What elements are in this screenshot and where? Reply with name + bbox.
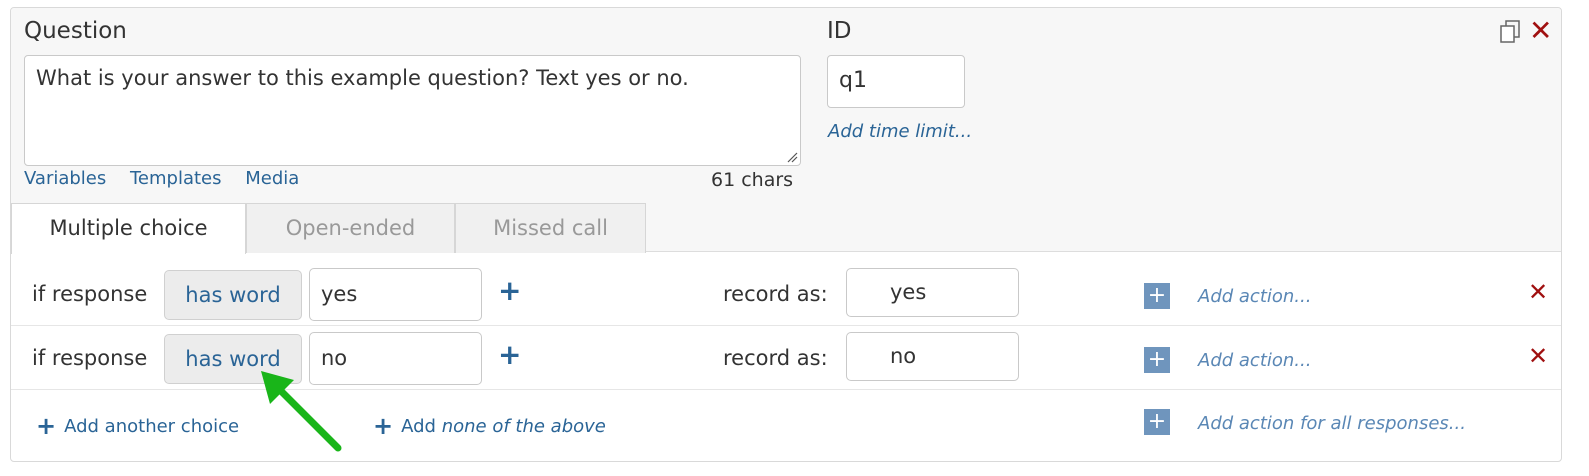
templates-link[interactable]: Templates — [130, 168, 222, 189]
copy-icon[interactable] — [1499, 20, 1521, 44]
add-action-link[interactable]: Add action... — [1198, 350, 1311, 371]
plus-icon: + — [36, 412, 57, 440]
add-action-all-link[interactable]: Add action for all responses... — [1198, 413, 1466, 434]
resize-handle-icon[interactable] — [786, 151, 798, 163]
record-as-input[interactable]: no — [846, 332, 1019, 381]
plus-icon: + — [373, 412, 394, 440]
delete-choice-close-icon[interactable]: ✕ — [1528, 342, 1548, 370]
add-none-of-above-button[interactable]: + Add none of the above — [373, 410, 606, 440]
add-none-prefix: Add — [401, 416, 436, 437]
add-keyword-plus-icon[interactable]: + — [498, 340, 521, 370]
id-label: ID — [827, 18, 852, 44]
delete-choice-close-icon[interactable]: ✕ — [1528, 278, 1548, 306]
add-action-square-plus-icon[interactable]: + — [1144, 347, 1170, 373]
record-as-input[interactable]: yes — [846, 268, 1019, 317]
question-header: Question What is your answer to this exa… — [11, 8, 1561, 254]
add-another-choice-button[interactable]: + Add another choice — [36, 410, 240, 440]
char-count: 61 chars — [711, 169, 794, 191]
none-of-the-above-text: none of the above — [441, 416, 606, 437]
question-label: Question — [24, 18, 127, 44]
add-action-link[interactable]: Add action... — [1198, 286, 1311, 307]
choices-footer: + Add another choice + Add none of the abo… — [11, 390, 1561, 460]
variables-link[interactable]: Variables — [24, 168, 106, 189]
choice-row: if response has word yes + record as: ye… — [11, 262, 1561, 326]
record-as-label: record as: — [723, 282, 828, 306]
match-type-button[interactable]: has word — [164, 270, 302, 320]
question-card: Question What is your answer to this exa… — [10, 7, 1562, 462]
media-link[interactable]: Media — [245, 168, 299, 189]
add-action-all-square-plus-icon[interactable]: + — [1144, 409, 1170, 435]
choice-row: if response has word no + record as: no … — [11, 326, 1561, 390]
record-as-label: record as: — [723, 346, 828, 370]
tab-open-ended[interactable]: Open-ended — [246, 203, 455, 253]
tab-multiple-choice[interactable]: Multiple choice — [11, 203, 246, 254]
id-input[interactable]: q1 — [827, 55, 965, 108]
green-arrow-icon — [261, 371, 342, 452]
keyword-input[interactable]: yes — [309, 268, 482, 321]
question-textarea[interactable]: What is your answer to this example ques… — [24, 55, 801, 166]
add-keyword-plus-icon[interactable]: + — [498, 276, 521, 306]
close-icon[interactable]: ✕ — [1529, 16, 1552, 46]
if-response-label: if response — [32, 282, 148, 306]
add-another-choice-label: Add another choice — [64, 416, 240, 437]
question-text: What is your answer to this example ques… — [36, 66, 689, 90]
tab-missed-call[interactable]: Missed call — [455, 203, 646, 253]
add-time-limit-link[interactable]: Add time limit... — [828, 121, 972, 142]
add-action-square-plus-icon[interactable]: + — [1144, 283, 1170, 309]
if-response-label: if response — [32, 346, 148, 370]
question-toolbar: Variables Templates Media — [24, 168, 317, 189]
